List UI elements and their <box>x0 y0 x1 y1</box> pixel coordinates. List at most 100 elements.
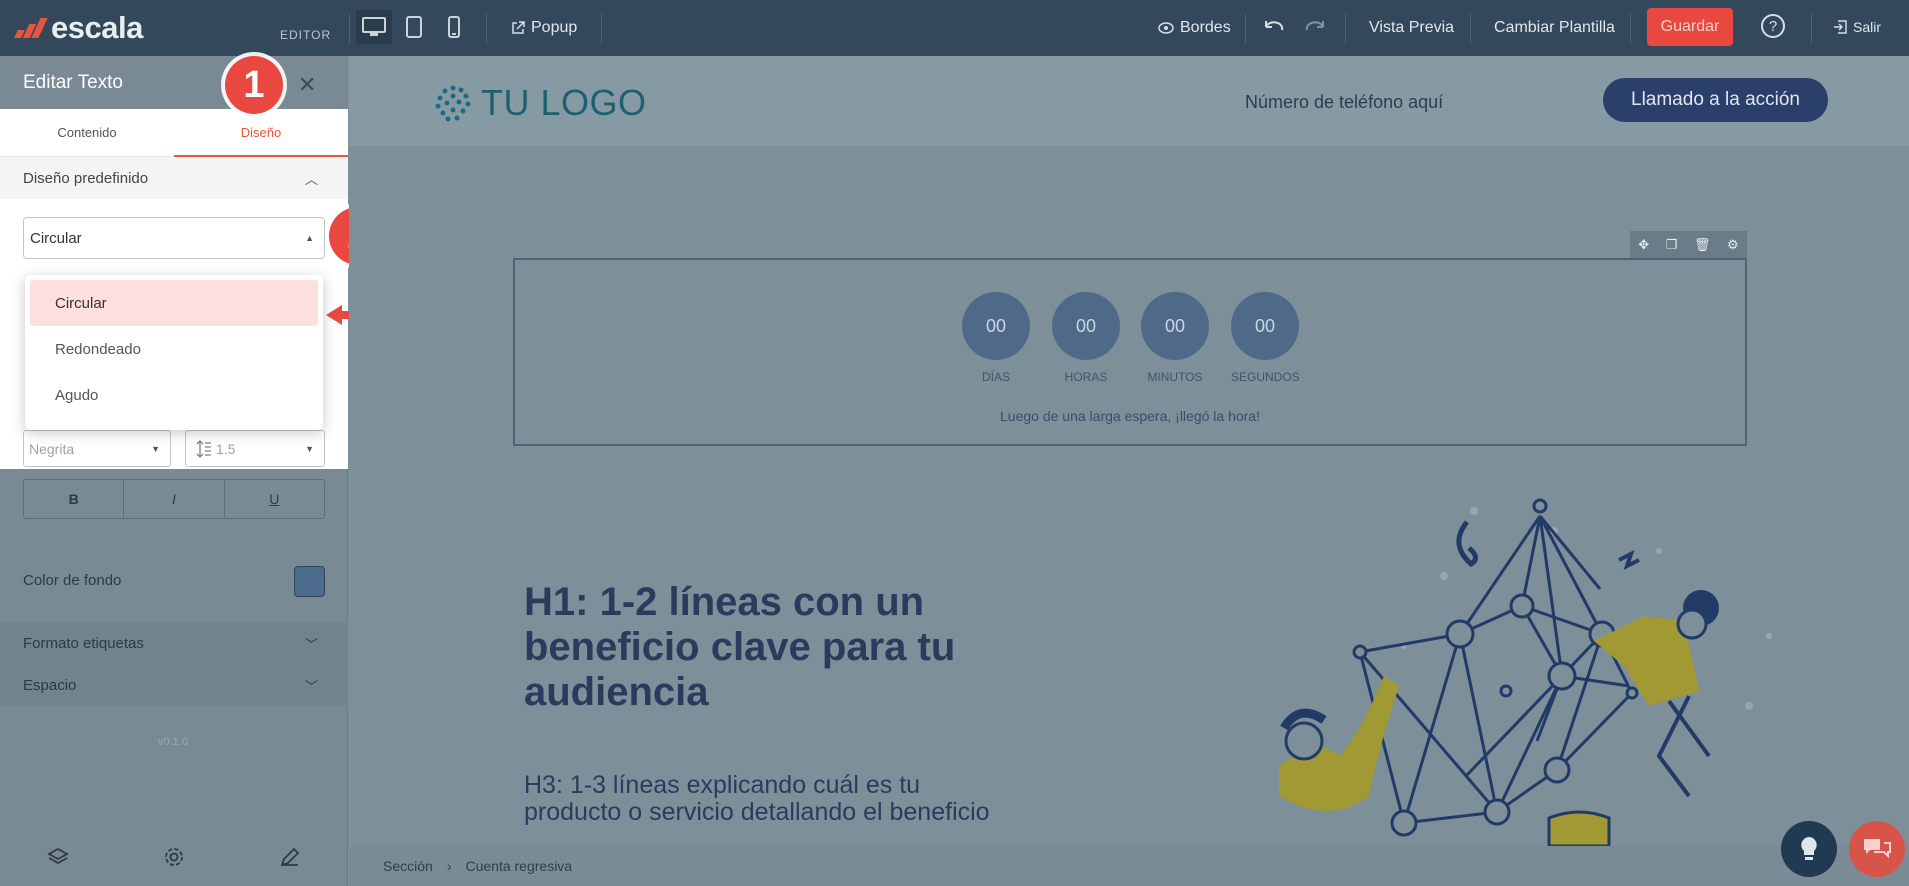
duplicate-icon[interactable]: ❐ <box>1666 237 1678 253</box>
breadcrumb-item-countdown[interactable]: Cuenta regresiva <box>465 858 572 874</box>
line-height-value: 1.5 <box>216 440 236 457</box>
lightbulb-button[interactable] <box>1781 821 1837 877</box>
gear-icon[interactable]: ⚙ <box>1727 237 1739 253</box>
pencil-icon[interactable] <box>279 846 301 868</box>
countdown-seconds-label: SEGUNDOS <box>1231 370 1300 384</box>
bg-color-swatch[interactable] <box>294 566 325 597</box>
bold-button[interactable]: B <box>24 480 125 518</box>
network-illustration <box>1279 498 1772 846</box>
countdown-caption: Luego de una larga espera, ¡llegó la hor… <box>1000 408 1260 424</box>
save-button[interactable]: Guardar <box>1647 8 1733 46</box>
mobile-view-button[interactable] <box>436 10 472 44</box>
countdown-days-label: DÍAS <box>981 370 1010 384</box>
countdown-minutes-value: 00 <box>1141 292 1209 360</box>
borders-toggle[interactable]: Bordes <box>1158 19 1231 37</box>
popup-button[interactable]: Popup <box>511 19 577 37</box>
tag-format-header[interactable]: Formato etiquetas ﹀ <box>0 622 348 664</box>
countdown-unit-days: 00 DÍAS <box>962 292 1030 384</box>
tab-contenido[interactable]: Contenido <box>0 109 174 157</box>
spacing-header[interactable]: Espacio ﹀ <box>0 664 348 706</box>
line-height-icon <box>196 439 211 458</box>
escala-logo[interactable]: escala <box>14 10 143 46</box>
borders-label: Bordes <box>1180 19 1231 36</box>
help-icon[interactable]: ? <box>1761 14 1785 38</box>
dropdown-option-circular[interactable]: Circular <box>30 280 318 326</box>
countdown-unit-minutes: 00 MINUTOS <box>1141 292 1209 384</box>
underline-button[interactable]: U <box>225 480 324 518</box>
page-canvas: TU LOGO Número de teléfono aquí Llamado … <box>349 56 1909 846</box>
italic-button[interactable]: I <box>124 480 225 518</box>
countdown-hours-label: HORAS <box>1064 370 1108 384</box>
design-select-value: Circular <box>30 229 82 247</box>
predefined-design-header[interactable]: Diseño predefinido ︿ <box>0 157 348 199</box>
countdown-seconds-value: 00 <box>1231 292 1299 360</box>
countdown-unit-seconds: 00 SEGUNDOS <box>1231 292 1300 384</box>
divider <box>1245 14 1246 44</box>
preview-button[interactable]: Vista Previa <box>1369 19 1454 37</box>
chat-button[interactable] <box>1849 821 1905 877</box>
countdown-days-value: 00 <box>962 292 1030 360</box>
caret-up-icon: ▲ <box>305 233 314 243</box>
step-marker-1: 1 <box>225 56 283 114</box>
editor-mode-label: EDITOR <box>280 28 332 42</box>
desktop-view-button[interactable] <box>356 10 392 44</box>
panel-title: Editar Texto <box>23 72 123 93</box>
escala-logo-mark <box>14 18 48 38</box>
trash-icon[interactable]: 🗑 <box>1694 237 1711 253</box>
predefined-design-label: Diseño predefinido <box>23 169 149 187</box>
move-icon[interactable]: ✥ <box>1638 237 1649 253</box>
exit-icon <box>1834 20 1847 34</box>
hero-heading[interactable]: H1: 1-2 líneas con un beneficio clave pa… <box>524 580 1044 715</box>
divider <box>1630 14 1631 44</box>
gear-icon[interactable] <box>163 846 185 868</box>
font-weight-select[interactable]: Negrita ▼ <box>23 430 171 467</box>
element-toolbar: ✥ ❐ 🗑 ⚙ <box>1630 231 1747 258</box>
design-select[interactable]: Circular ▲ <box>23 217 325 259</box>
countdown-hours-value: 00 <box>1052 292 1120 360</box>
font-weight-value: Negrita <box>29 440 75 457</box>
text-style-buttons: B I U <box>23 479 325 519</box>
exit-button[interactable]: Salir <box>1833 19 1881 35</box>
design-dropdown: Circular Redondeado Agudo <box>25 275 323 430</box>
line-height-select[interactable]: 1.5 ▼ <box>185 430 325 467</box>
cta-button[interactable]: Llamado a la acción <box>1603 78 1828 122</box>
popup-label: Popup <box>531 19 578 36</box>
tag-format-label: Formato etiquetas <box>23 634 144 652</box>
site-header[interactable]: TU LOGO Número de teléfono aquí Llamado … <box>349 56 1909 146</box>
layers-icon[interactable] <box>47 847 69 867</box>
phone-text[interactable]: Número de teléfono aquí <box>1245 92 1443 113</box>
chevron-right-icon: › <box>446 858 452 874</box>
spacing-label: Espacio <box>23 676 77 694</box>
chevron-down-icon: ﹀ <box>304 678 318 694</box>
site-logo-text: TU LOGO <box>481 82 647 123</box>
dropdown-option-agudo[interactable]: Agudo <box>30 372 318 418</box>
bg-color-label: Color de fondo <box>23 572 122 589</box>
divider <box>1811 14 1812 44</box>
tablet-view-button[interactable] <box>396 10 432 44</box>
exit-label: Salir <box>1853 19 1882 35</box>
change-template-button[interactable]: Cambiar Plantilla <box>1494 19 1615 37</box>
preview-label: Vista Previa <box>1369 19 1455 36</box>
breadcrumb: Sección › Cuenta regresiva <box>349 846 1909 886</box>
device-switcher <box>356 10 472 44</box>
desktop-icon <box>362 17 386 36</box>
tablet-icon <box>406 16 422 38</box>
edit-panel: Editar Texto ✕ Contenido Diseño Diseño p… <box>0 56 348 886</box>
tab-diseno[interactable]: Diseño <box>174 109 348 157</box>
eye-icon <box>1158 22 1174 34</box>
redo-button[interactable] <box>1303 19 1327 35</box>
site-logo[interactable]: TU LOGO <box>433 82 647 124</box>
version-label: v0.1.0 <box>158 736 188 748</box>
dropdown-option-redondeado[interactable]: Redondeado <box>30 326 318 372</box>
brand-name: escala <box>51 10 143 45</box>
external-link-icon <box>512 21 525 34</box>
close-icon[interactable]: ✕ <box>298 72 316 98</box>
caret-down-icon: ▼ <box>305 443 314 454</box>
hero-subheading[interactable]: H3: 1-3 líneas explicando cuál es tu pro… <box>524 772 994 826</box>
undo-button[interactable] <box>1262 19 1286 35</box>
change-template-label: Cambiar Plantilla <box>1494 19 1615 36</box>
divider <box>486 14 487 44</box>
breadcrumb-item-section[interactable]: Sección <box>383 858 433 874</box>
panel-tabs: Contenido Diseño <box>0 109 348 157</box>
mobile-icon <box>448 16 460 38</box>
